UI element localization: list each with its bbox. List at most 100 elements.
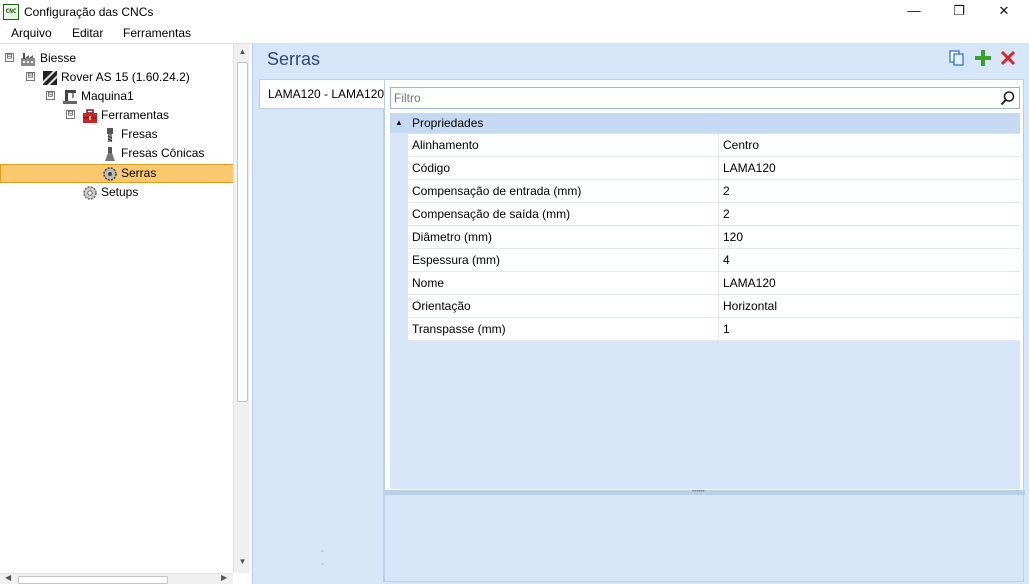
router-bit-icon — [107, 128, 113, 142]
property-value[interactable]: Centro — [723, 134, 759, 157]
property-row[interactable]: Compensação de entrada (mm) 2 — [408, 180, 1020, 203]
tree-node-label: Maquina1 — [81, 89, 134, 103]
property-value[interactable]: 2 — [723, 180, 730, 203]
property-name: Orientação — [412, 299, 471, 313]
saw-gear-icon — [103, 167, 117, 181]
menu-ferramentas[interactable]: Ferramentas — [123, 26, 191, 40]
property-row[interactable]: Transpasse (mm) 1 — [408, 318, 1020, 341]
list-scroll-arrows[interactable]: ⌃ ⌄ — [319, 549, 326, 567]
property-name: Transpasse (mm) — [412, 322, 506, 336]
column-divider — [718, 203, 719, 226]
property-row[interactable]: Código LAMA120 — [408, 157, 1020, 180]
app-icon: CNC — [3, 4, 19, 20]
property-row[interactable]: Espessura (mm) 4 — [408, 249, 1020, 272]
property-value[interactable]: 4 — [723, 249, 730, 272]
saw-list: LAMA120 - LAMA120 ⌃ ⌄ — [259, 79, 385, 582]
menu-editar[interactable]: Editar — [72, 26, 103, 40]
property-name: Espessura (mm) — [412, 253, 501, 267]
add-icon[interactable] — [974, 49, 992, 67]
window-title: Configuração das CNCs — [24, 5, 154, 19]
property-value[interactable]: 2 — [723, 203, 730, 226]
property-value[interactable]: Horizontal — [723, 295, 777, 318]
filter-box[interactable] — [390, 87, 1020, 109]
tree-node-label: Setups — [101, 185, 139, 199]
tree-node-label: Rover AS 15 (1.60.24.2) — [61, 70, 190, 84]
column-divider — [718, 134, 719, 157]
tree-node-label: Biesse — [40, 51, 77, 65]
column-divider — [718, 180, 719, 203]
scroll-down-icon[interactable]: ▼ — [234, 557, 251, 566]
chevron-up-icon[interactable]: ▲ — [395, 113, 403, 133]
toolbox-icon — [83, 109, 97, 123]
tree-node-fresas[interactable]: Fresas — [0, 125, 230, 144]
property-row[interactable]: Alinhamento Centro — [408, 134, 1020, 157]
scrollbar-thumb[interactable] — [18, 576, 168, 584]
scroll-right-icon[interactable]: ▶ — [221, 573, 227, 582]
tree-node-label: Serras — [121, 166, 157, 180]
tree-node-serras[interactable]: Serras — [0, 164, 230, 183]
scrollbar-thumb[interactable] — [237, 62, 248, 402]
delete-icon[interactable] — [999, 49, 1017, 67]
column-divider — [718, 272, 719, 295]
collapse-icon[interactable]: ⊟ — [46, 91, 55, 100]
property-value[interactable]: 1 — [723, 318, 730, 341]
description-area — [385, 495, 1023, 581]
factory-icon — [21, 53, 35, 66]
column-divider — [718, 318, 719, 341]
machine-stripes-icon — [43, 71, 57, 85]
copy-icon[interactable] — [948, 49, 966, 67]
tree-node-label: Fresas Cônicas — [121, 146, 205, 160]
column-divider — [718, 226, 719, 249]
scroll-up-icon[interactable]: ▲ — [234, 47, 251, 56]
property-value[interactable]: 120 — [723, 226, 743, 249]
tree-node-label: Ferramentas — [101, 108, 170, 122]
property-value[interactable]: LAMA120 — [723, 272, 776, 295]
collapse-icon[interactable]: ⊟ — [5, 53, 14, 62]
minimize-button[interactable]: — — [891, 0, 937, 23]
category-header[interactable]: ▲ Propriedades — [390, 113, 1020, 133]
maximize-button[interactable]: ❐ — [936, 0, 982, 23]
menu-arquivo[interactable]: Arquivo — [11, 26, 52, 40]
property-grid-panel: ▲ Propriedades Alinhamento Centro Código… — [384, 79, 1025, 582]
column-divider — [718, 249, 719, 272]
scroll-left-icon[interactable]: ◀ — [5, 573, 11, 582]
menu-bar: Arquivo Editar Ferramentas — [0, 23, 1029, 43]
property-name: Alinhamento — [412, 138, 479, 152]
property-name: Código — [412, 161, 451, 175]
list-item[interactable]: LAMA120 - LAMA120 — [259, 79, 385, 109]
property-name: Diâmetro (mm) — [412, 230, 492, 244]
tree-node-fresas-conicas[interactable]: Fresas Cônicas — [0, 144, 230, 163]
tree-horizontal-scrollbar[interactable]: ◀ ▶ — [0, 573, 233, 584]
close-button[interactable]: ✕ — [981, 0, 1027, 23]
tree-node-maquina1[interactable]: ⊟ Maquina1 — [0, 87, 230, 106]
title-bar: CNC Configuração das CNCs — ❐ ✕ — [0, 0, 1029, 23]
property-row[interactable]: Compensação de saída (mm) 2 — [408, 203, 1020, 226]
tree-node-biesse[interactable]: ⊟ Biesse — [0, 49, 230, 68]
collapse-icon[interactable]: ⊟ — [26, 72, 35, 81]
collapse-icon[interactable]: ⊟ — [66, 110, 75, 119]
category-label: Propriedades — [412, 116, 484, 130]
tree-node-label: Fresas — [121, 127, 158, 141]
filter-input[interactable] — [394, 90, 984, 106]
page-title: Serras — [267, 49, 321, 69]
gear-icon — [83, 186, 97, 200]
tree-vertical-scrollbar[interactable]: ▲ ▼ — [233, 44, 250, 573]
column-divider — [718, 157, 719, 180]
tree-node-ferramentas[interactable]: ⊟ Ferramentas — [0, 106, 230, 125]
property-row[interactable]: Diâmetro (mm) 120 — [408, 226, 1020, 249]
column-divider — [718, 295, 719, 318]
property-name: Compensação de entrada (mm) — [412, 184, 582, 198]
content-panel: Serras LAMA120 - LAMA120 ⌃⌄ ▲ Propriedad… — [252, 43, 1029, 584]
property-value[interactable]: LAMA120 — [723, 157, 776, 180]
conical-bit-icon — [105, 147, 115, 161]
property-name: Compensação de saída (mm) — [412, 207, 571, 221]
machine-icon — [63, 90, 77, 104]
property-row[interactable]: Orientação Horizontal — [408, 295, 1020, 318]
search-icon[interactable] — [1000, 90, 1016, 106]
property-row[interactable]: Nome LAMA120 — [408, 272, 1020, 295]
tree-node-setups[interactable]: Setups — [0, 183, 230, 202]
tree-node-rover[interactable]: ⊟ Rover AS 15 (1.60.24.2) — [0, 68, 230, 87]
tree-panel: ⊟ Biesse ⊟ Rover AS 15 (1.60.24.2) ⊟ Maq… — [0, 43, 252, 584]
property-grid: ▲ Propriedades Alinhamento Centro Código… — [390, 113, 1020, 489]
property-name: Nome — [412, 276, 445, 290]
